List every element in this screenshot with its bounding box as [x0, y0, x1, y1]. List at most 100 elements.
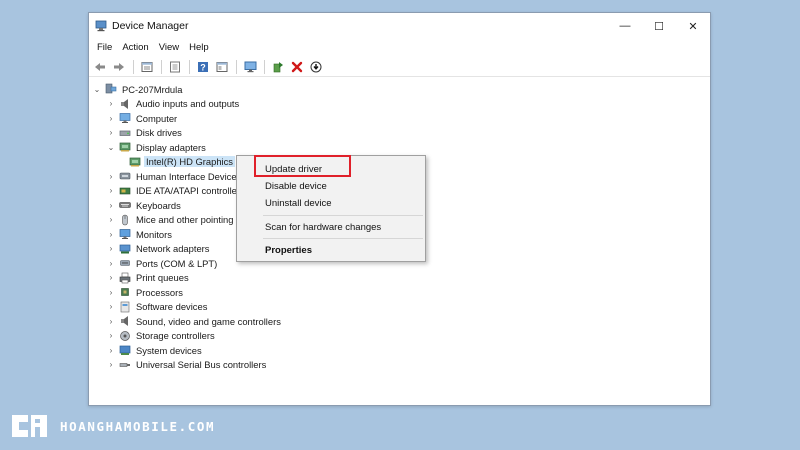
keyboard-icon — [119, 199, 131, 211]
chevron-right-icon[interactable]: › — [106, 97, 116, 111]
software-icon — [119, 301, 131, 313]
chevron-right-icon[interactable]: › — [106, 213, 116, 227]
highlight-box — [254, 155, 351, 177]
tree-item-label: Display adapters — [136, 141, 206, 153]
chevron-right-icon[interactable]: › — [106, 169, 116, 183]
tree-item-label: Monitors — [136, 228, 172, 240]
chevron-right-icon[interactable]: › — [106, 300, 116, 314]
update-driver-icon[interactable] — [269, 58, 287, 76]
display-adapter-icon — [129, 156, 141, 168]
chevron-right-icon[interactable]: › — [106, 198, 116, 212]
toolbar-separator — [133, 59, 134, 74]
tree-root[interactable]: ⌄ PC-207Mrdula — [92, 82, 184, 96]
display-adapter-icon — [119, 141, 131, 153]
menu-file[interactable]: File — [92, 42, 117, 53]
tree-item-label: Network adapters — [136, 243, 210, 254]
minimize-button[interactable]: — — [608, 13, 642, 39]
tree-category-item[interactable]: › Computer — [106, 111, 179, 125]
menu-help[interactable]: Help — [184, 42, 214, 53]
monitor-icon[interactable] — [241, 58, 259, 76]
tree-item-label: Keyboards — [136, 199, 181, 211]
monitor-icon — [119, 228, 131, 240]
menu-view[interactable]: View — [154, 42, 184, 53]
tree-category-item[interactable]: › Keyboards — [106, 198, 183, 212]
tree-item-label: Sound, video and game controllers — [136, 315, 281, 327]
chevron-right-icon[interactable]: › — [106, 343, 116, 357]
chevron-right-icon[interactable]: › — [106, 271, 116, 285]
tree-item-label: Intel(R) HD Graphics — [144, 156, 235, 167]
tree-category-item[interactable]: › Ports (COM & LPT) — [106, 256, 219, 270]
context-menu-disable-device[interactable]: Disable device — [265, 181, 327, 192]
show-hide-icon[interactable] — [166, 58, 184, 76]
menu-action[interactable]: Action — [117, 42, 153, 53]
tree-category-item[interactable]: › Monitors — [106, 227, 174, 241]
tree-device-item[interactable]: Intel(R) HD Graphics — [116, 155, 235, 169]
properties-icon[interactable] — [138, 58, 156, 76]
chevron-down-icon[interactable]: ⌄ — [92, 82, 102, 96]
tree-category-item[interactable]: › Storage controllers — [106, 329, 217, 343]
forward-arrow-icon[interactable] — [110, 58, 128, 76]
chevron-right-icon[interactable]: › — [106, 256, 116, 270]
tree-item-label: Storage controllers — [136, 330, 215, 341]
tree-category-item[interactable]: › Software devices — [106, 300, 209, 314]
network-icon — [119, 243, 131, 255]
uninstall-icon[interactable] — [288, 58, 306, 76]
chevron-down-icon[interactable]: ⌄ — [106, 140, 116, 154]
toolbar-separator — [189, 59, 190, 74]
tree-item-label: Ports (COM & LPT) — [136, 257, 218, 269]
tree-category-item[interactable]: › Sound, video and game controllers — [106, 314, 283, 328]
toolbar-separator — [264, 59, 265, 74]
port-icon — [119, 257, 131, 269]
tree-category-item[interactable]: › System devices — [106, 343, 204, 357]
tree-item-label: Universal Serial Bus controllers — [136, 359, 267, 370]
maximize-button[interactable]: ☐ — [642, 13, 676, 39]
tree-category-item[interactable]: ⌄ Display adapters — [106, 140, 208, 154]
tree-item-label: Human Interface Device — [136, 170, 237, 182]
chevron-right-icon[interactable]: › — [106, 227, 116, 241]
context-menu-uninstall-device[interactable]: Uninstall device — [265, 198, 332, 209]
chevron-right-icon[interactable]: › — [106, 126, 116, 140]
tree-category-item[interactable]: › Audio inputs and outputs — [106, 97, 241, 111]
view-icon[interactable] — [213, 58, 231, 76]
tree-category-item[interactable]: › Network adapters — [106, 242, 211, 256]
tree-item-label: Print queues — [136, 272, 189, 283]
usb-icon — [119, 359, 131, 371]
chevron-right-icon[interactable]: › — [106, 314, 116, 328]
context-menu-scan-hardware[interactable]: Scan for hardware changes — [265, 222, 381, 233]
chevron-right-icon[interactable]: › — [106, 285, 116, 299]
tree-category-item[interactable]: › IDE ATA/ATAPI controller — [106, 184, 242, 198]
computer-icon — [105, 83, 117, 95]
chevron-right-icon[interactable]: › — [106, 184, 116, 198]
help-icon[interactable]: ? — [194, 58, 212, 76]
storage-icon — [119, 330, 131, 342]
download-icon[interactable] — [307, 58, 325, 76]
hid-icon — [119, 170, 131, 182]
tree-category-item[interactable]: › Universal Serial Bus controllers — [106, 358, 268, 372]
tree-item-label: Mice and other pointing — [136, 214, 234, 225]
tree-item-label: IDE ATA/ATAPI controller — [136, 185, 241, 196]
chevron-right-icon[interactable]: › — [106, 358, 116, 372]
back-arrow-icon[interactable] — [91, 58, 109, 76]
ide-icon — [119, 185, 131, 197]
toolbar-separator — [236, 59, 237, 74]
tree-category-item[interactable]: › Disk drives — [106, 126, 184, 140]
sound-icon — [119, 315, 131, 327]
menu-bar: File Action View Help — [89, 39, 710, 56]
chevron-right-icon[interactable]: › — [106, 242, 116, 256]
tree-root-label: PC-207Mrdula — [122, 83, 183, 95]
brand-watermark: HOANGHAMOBILE.COM — [8, 411, 215, 441]
tree-category-item[interactable]: › Processors — [106, 285, 185, 299]
tree-category-item[interactable]: › Print queues — [106, 271, 191, 285]
tree-item-label: Processors — [136, 286, 183, 298]
disk-icon — [119, 127, 131, 139]
tree-category-item[interactable]: › Mice and other pointing — [106, 213, 235, 227]
close-button[interactable]: ✕ — [676, 13, 710, 39]
window-title: Device Manager — [112, 20, 189, 32]
chevron-right-icon[interactable]: › — [106, 329, 116, 343]
tree-category-item[interactable]: › Human Interface Device — [106, 169, 239, 183]
chevron-right-icon[interactable]: › — [106, 111, 116, 125]
toolbar-separator — [161, 59, 162, 74]
tree-item-label: Software devices — [136, 301, 208, 312]
context-menu-properties[interactable]: Properties — [265, 245, 312, 256]
